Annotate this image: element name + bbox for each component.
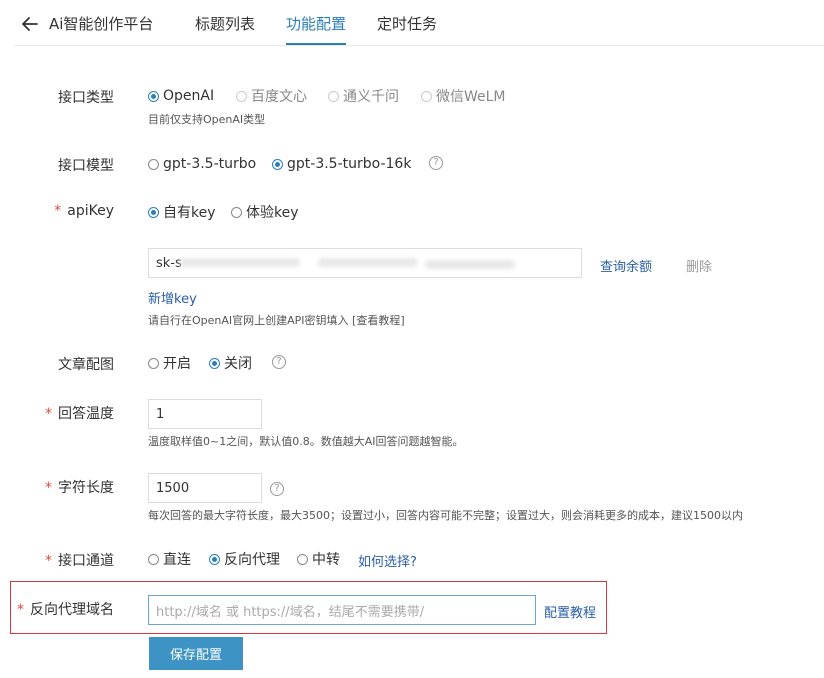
channel-direct-radio[interactable]: 直连 bbox=[148, 550, 191, 568]
article-image-off-radio[interactable]: 关闭 bbox=[209, 354, 252, 372]
max-length-label: * 字符长度 bbox=[45, 480, 114, 496]
api-key-value: sk-s bbox=[156, 255, 182, 271]
max-length-hint: 每次回答的最大字符长度，最大3500；设置过小，回答内容可能不完整；设置过大，则… bbox=[148, 509, 743, 522]
api-type-openai-radio[interactable]: OpenAI bbox=[148, 87, 214, 105]
api-key-label: * apiKey bbox=[54, 203, 114, 219]
max-length-input[interactable]: 1500 bbox=[148, 473, 262, 503]
model-gpt35-radio[interactable]: gpt-3.5-turbo bbox=[148, 155, 256, 173]
temperature-input[interactable]: 1 bbox=[148, 399, 262, 429]
arrow-left-icon[interactable] bbox=[20, 14, 40, 34]
temperature-hint: 温度取样值0~1之间，默认值0.8。数值越大AI回答问题越智能。 bbox=[148, 435, 464, 448]
question-circle-icon[interactable]: ? bbox=[429, 156, 443, 170]
redacted-key-blur bbox=[318, 258, 418, 267]
api-type-baidu-radio: 百度文心 bbox=[236, 87, 307, 105]
question-circle-icon[interactable]: ? bbox=[270, 482, 284, 496]
how-to-choose-link[interactable]: 如何选择? bbox=[358, 551, 417, 570]
key-trial-radio[interactable]: 体验key bbox=[231, 203, 299, 221]
proxy-domain-input[interactable]: http://域名 或 https://域名，结尾不需要携带/ bbox=[148, 595, 536, 625]
api-type-welm-radio: 微信WeLM bbox=[421, 87, 506, 105]
question-circle-icon[interactable]: ? bbox=[272, 355, 286, 369]
api-type-label: 接口类型 bbox=[58, 90, 114, 106]
save-config-button[interactable]: 保存配置 bbox=[149, 637, 243, 670]
add-key-link[interactable]: 新增key bbox=[148, 288, 197, 307]
api-type-hint: 目前仅支持OpenAI类型 bbox=[148, 113, 266, 126]
redacted-key-blur bbox=[180, 258, 300, 267]
header-divider bbox=[14, 45, 824, 46]
key-own-radio[interactable]: 自有key bbox=[148, 203, 216, 221]
api-type-tongyi-radio: 通义千问 bbox=[328, 87, 399, 105]
channel-label: * 接口通道 bbox=[45, 553, 114, 569]
tab-function-config[interactable]: 功能配置 bbox=[286, 13, 346, 34]
article-image-label: 文章配图 bbox=[58, 357, 114, 373]
api-model-label: 接口模型 bbox=[58, 158, 114, 174]
channel-reverse-proxy-radio[interactable]: 反向代理 bbox=[209, 550, 280, 568]
app-title: Ai智能创作平台 bbox=[49, 15, 154, 33]
channel-relay-radio[interactable]: 中转 bbox=[297, 550, 340, 568]
model-gpt35-16k-radio[interactable]: gpt-3.5-turbo-16k bbox=[272, 155, 411, 173]
query-balance-link[interactable]: 查询余额 bbox=[600, 256, 652, 275]
temperature-label: * 回答温度 bbox=[45, 406, 114, 422]
article-image-on-radio[interactable]: 开启 bbox=[148, 354, 191, 372]
config-tutorial-link[interactable]: 配置教程 bbox=[544, 602, 596, 621]
top-nav: Ai智能创作平台 标题列表 功能配置 定时任务 bbox=[0, 0, 824, 46]
api-key-hint: 请自行在OpenAI官网上创建API密钥填入 [查看教程] bbox=[148, 314, 405, 327]
tab-title-list[interactable]: 标题列表 bbox=[195, 13, 255, 34]
tab-scheduled-tasks[interactable]: 定时任务 bbox=[377, 13, 437, 34]
delete-key-link[interactable]: 删除 bbox=[686, 256, 712, 275]
proxy-domain-label: * 反向代理域名 bbox=[17, 602, 114, 618]
redacted-key-blur bbox=[425, 260, 515, 269]
